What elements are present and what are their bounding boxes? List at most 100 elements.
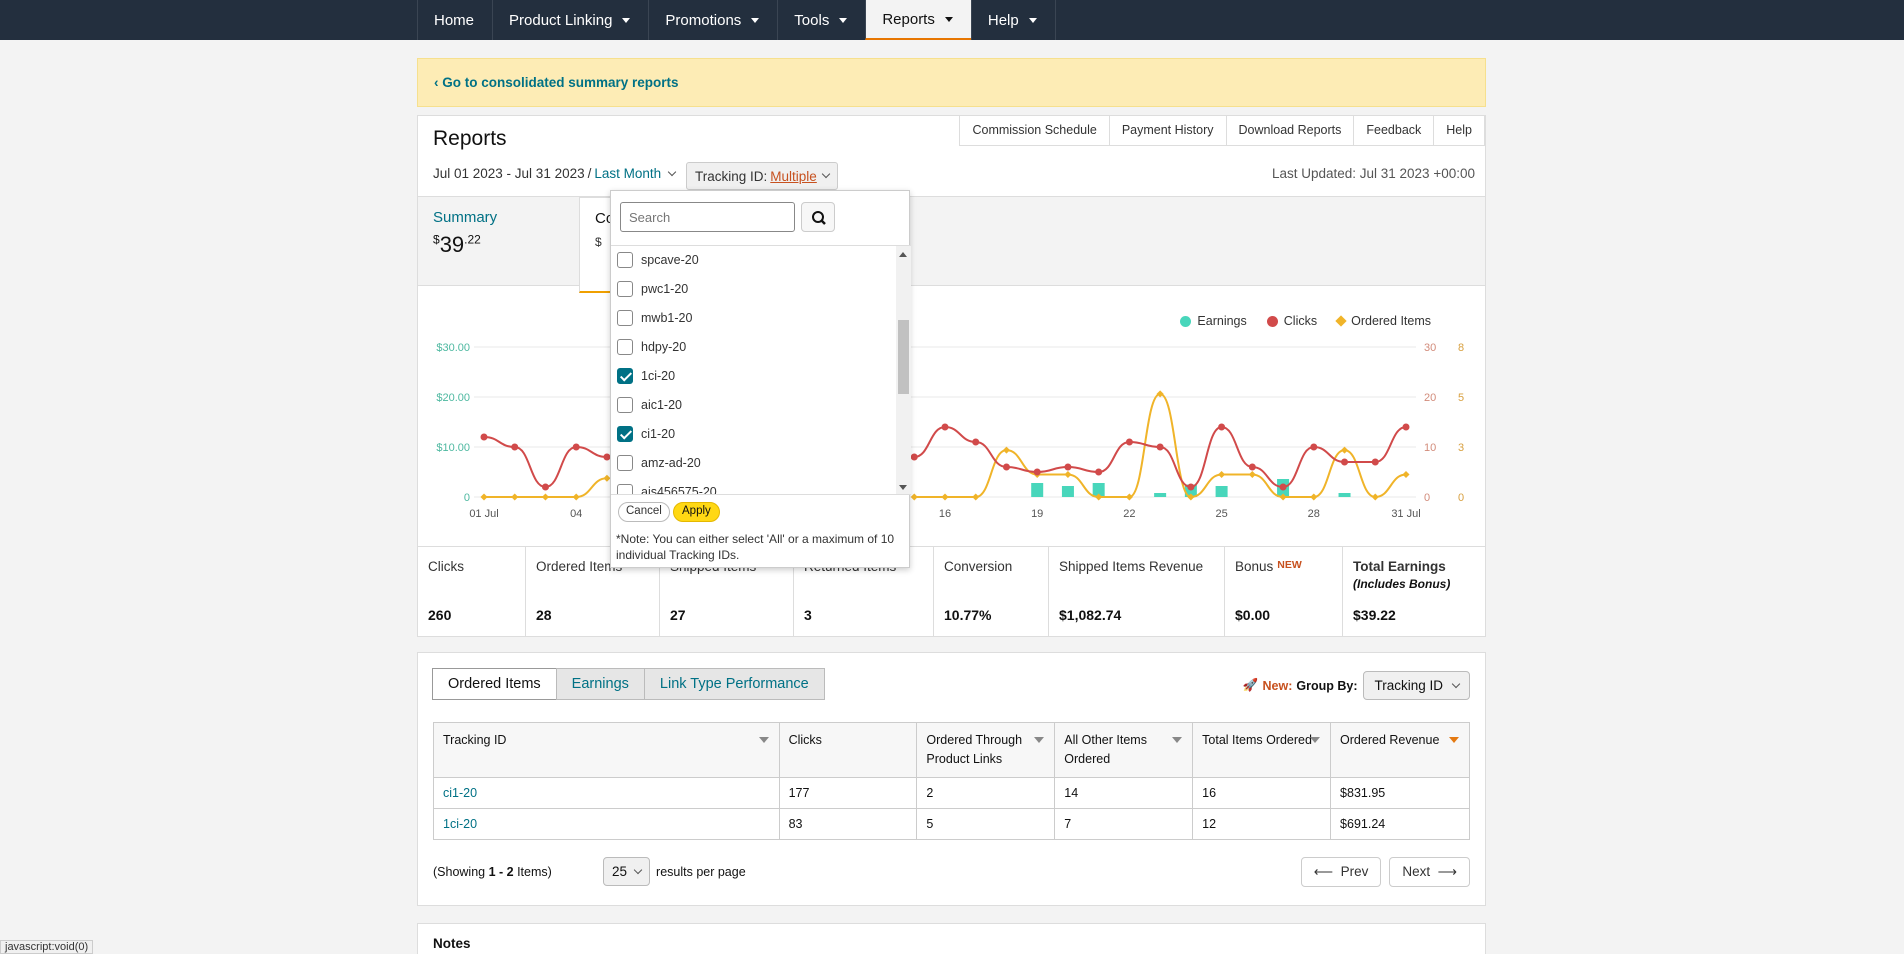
caret-down-icon	[944, 16, 953, 22]
clicks-point	[1402, 423, 1410, 431]
prev-button[interactable]: ⟵ Prev	[1300, 857, 1382, 887]
chart-legend: Earnings Clicks Ordered Items	[1160, 314, 1431, 328]
clicks-point	[1033, 468, 1041, 476]
option-label: spcave-20	[641, 253, 699, 267]
tracking-option[interactable]: pwc1-20	[617, 280, 688, 298]
tracking-id-link[interactable]: ci1-20	[433, 777, 780, 809]
nav-item-promotions[interactable]: Promotions	[648, 0, 777, 40]
tracking-id-selector[interactable]: Tracking ID: Multiple	[686, 162, 838, 190]
column-header[interactable]: Tracking ID	[433, 722, 780, 778]
list-scrollbar[interactable]	[896, 246, 911, 494]
right-tick-label: 0	[1424, 492, 1430, 504]
per-page-select[interactable]: 25	[603, 857, 651, 886]
table-cell: 83	[778, 808, 918, 840]
sort-icon[interactable]	[1449, 737, 1459, 743]
scroll-thumb[interactable]	[898, 320, 909, 394]
nav-item-label: Reports	[882, 10, 935, 28]
legend-item-ordered-items[interactable]: Ordered Items	[1335, 314, 1431, 328]
tracking-option[interactable]: ais456575-20	[617, 483, 717, 494]
column-header[interactable]: Clicks	[778, 722, 918, 778]
table-cell: 177	[778, 777, 918, 809]
checkbox[interactable]	[617, 484, 633, 494]
scroll-down-icon[interactable]	[899, 485, 907, 490]
column-header[interactable]: Ordered Revenue	[1330, 722, 1470, 778]
checkbox[interactable]	[617, 368, 633, 384]
report-links: Commission Schedule Payment History Downlo…	[959, 116, 1485, 146]
nav-item-home[interactable]: Home	[417, 0, 492, 40]
sort-icon[interactable]	[1034, 737, 1045, 743]
stat-shipped-items-revenue: Shipped Items Revenue $1,082.74	[1049, 547, 1225, 637]
checkbox[interactable]	[617, 397, 633, 413]
sort-icon[interactable]	[1172, 737, 1183, 743]
ordered-items-point	[1402, 470, 1410, 479]
ordered-items-point	[1248, 470, 1256, 479]
tracking-option[interactable]: hdpy-20	[617, 338, 686, 356]
chevron-down-icon[interactable]	[667, 167, 677, 176]
checkbox[interactable]	[617, 339, 633, 355]
tracking-option[interactable]: ci1-20	[617, 425, 675, 443]
group-by: 🚀 New: Group By: Tracking ID	[1243, 671, 1470, 700]
checkbox[interactable]	[617, 281, 633, 297]
cancel-button[interactable]: Cancel	[618, 502, 670, 522]
date-range: Jul 01 2023 - Jul 31 2023	[433, 166, 585, 181]
caret-down-icon	[1028, 17, 1037, 23]
summary-label: Summary	[433, 209, 498, 226]
ordered-items-point	[572, 493, 580, 501]
tab-summary[interactable]: Summary $39.22	[418, 197, 581, 287]
legend-item-earnings[interactable]: Earnings	[1180, 314, 1247, 328]
page-title: Reports	[433, 127, 507, 150]
clicks-point	[572, 443, 580, 451]
scroll-up-icon[interactable]	[899, 252, 907, 257]
search-button[interactable]	[801, 202, 835, 232]
ordered-items-point	[1125, 493, 1133, 501]
checkbox[interactable]	[617, 455, 633, 471]
consolidated-reports-link[interactable]: ‹ Go to consolidated summary reports	[434, 75, 679, 90]
link-download-reports[interactable]: Download Reports	[1225, 116, 1355, 146]
tracking-option[interactable]: amz-ad-20	[617, 454, 701, 472]
clicks-point	[1125, 438, 1133, 446]
x-tick-label: 19	[1031, 508, 1043, 520]
link-feedback[interactable]: Feedback	[1353, 116, 1435, 146]
link-commission-schedule[interactable]: Commission Schedule	[959, 116, 1110, 146]
checkbox[interactable]	[617, 310, 633, 326]
chevron-down-icon[interactable]	[821, 169, 831, 179]
nav-item-reports[interactable]: Reports	[865, 0, 971, 40]
nav-item-tools[interactable]: Tools	[777, 0, 865, 40]
apply-button[interactable]: Apply	[673, 502, 720, 522]
column-header[interactable]: Ordered Through Product Links	[916, 722, 1056, 778]
tab-link-type-performance[interactable]: Link Type Performance	[643, 668, 825, 700]
checkbox[interactable]	[617, 252, 633, 268]
stat-label: Bonus NEW	[1235, 559, 1302, 574]
sort-icon[interactable]	[758, 737, 769, 743]
group-by-select[interactable]: Tracking ID	[1363, 671, 1470, 700]
period-selector[interactable]: Last Month	[594, 166, 661, 181]
stat-label: Conversion	[944, 559, 1013, 574]
next-button[interactable]: Next ⟶	[1389, 857, 1470, 887]
ordered-items-point	[1310, 493, 1318, 501]
earnings-bar	[1031, 483, 1044, 497]
series-line-clicks	[483, 436, 607, 489]
clicks-point	[541, 483, 549, 491]
sort-icon[interactable]	[1310, 737, 1321, 743]
ordered-items-point	[541, 493, 550, 501]
tracking-option[interactable]: 1ci-20	[617, 367, 675, 385]
tracking-option[interactable]: aic1-20	[617, 396, 682, 414]
link-help[interactable]: Help	[1433, 116, 1485, 146]
checkbox[interactable]	[617, 426, 633, 442]
tracking-option[interactable]: spcave-20	[617, 251, 699, 269]
tab-ordered-items[interactable]: Ordered Items	[432, 668, 557, 700]
caret-down-icon	[839, 17, 848, 23]
nav-item-help[interactable]: Help	[970, 0, 1056, 40]
column-header[interactable]: All Other Items Ordered	[1054, 722, 1194, 778]
nav-item-product-linking[interactable]: Product Linking	[492, 0, 648, 40]
tracking-option[interactable]: mwb1-20	[617, 309, 692, 327]
tracking-id-link[interactable]: 1ci-20	[433, 808, 780, 840]
tracking-id-value[interactable]: Multiple	[770, 169, 817, 184]
column-header[interactable]: Total Items Ordered	[1192, 722, 1332, 778]
table-cell: 2	[916, 777, 1056, 809]
clicks-point	[1371, 458, 1379, 466]
legend-item-clicks[interactable]: Clicks	[1266, 314, 1317, 328]
link-payment-history[interactable]: Payment History	[1108, 116, 1227, 146]
tab-earnings[interactable]: Earnings	[555, 668, 645, 700]
tracking-search-input[interactable]	[620, 202, 795, 232]
